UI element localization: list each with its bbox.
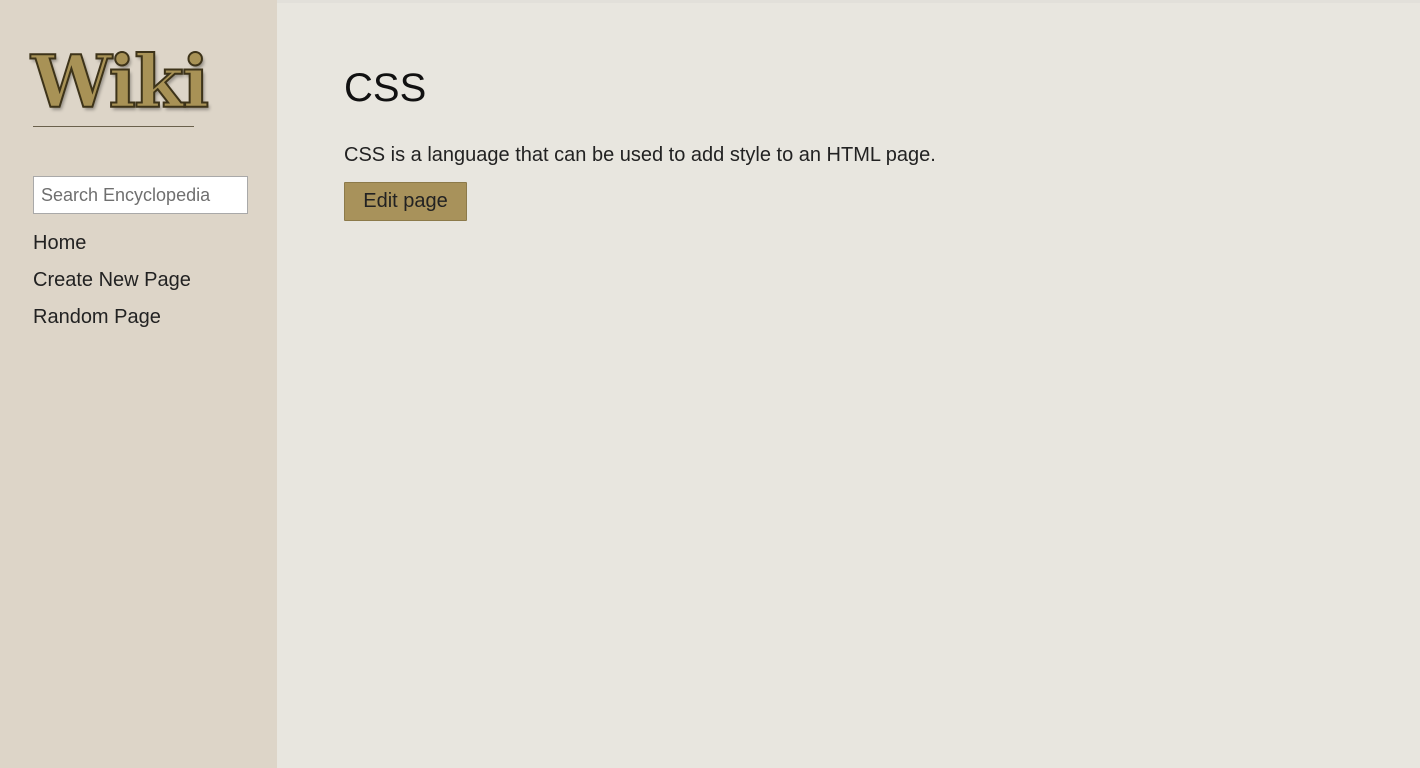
edit-page-button[interactable]: Edit page <box>344 182 467 221</box>
page: Wiki Home Create New Page Random Page CS… <box>0 0 1420 768</box>
sidebar-nav: Home Create New Page Random Page <box>33 228 191 339</box>
sidebar: Wiki Home Create New Page Random Page <box>0 0 277 768</box>
sidebar-item-create-new-page[interactable]: Create New Page <box>33 265 191 302</box>
sidebar-item-home[interactable]: Home <box>33 228 191 265</box>
sidebar-item-random-page[interactable]: Random Page <box>33 302 191 339</box>
page-title: CSS <box>344 66 427 110</box>
page-body-text: CSS is a language that can be used to ad… <box>344 144 936 166</box>
logo-divider <box>33 126 194 127</box>
wiki-logo[interactable]: Wiki <box>30 39 210 125</box>
search-input[interactable] <box>33 176 248 214</box>
